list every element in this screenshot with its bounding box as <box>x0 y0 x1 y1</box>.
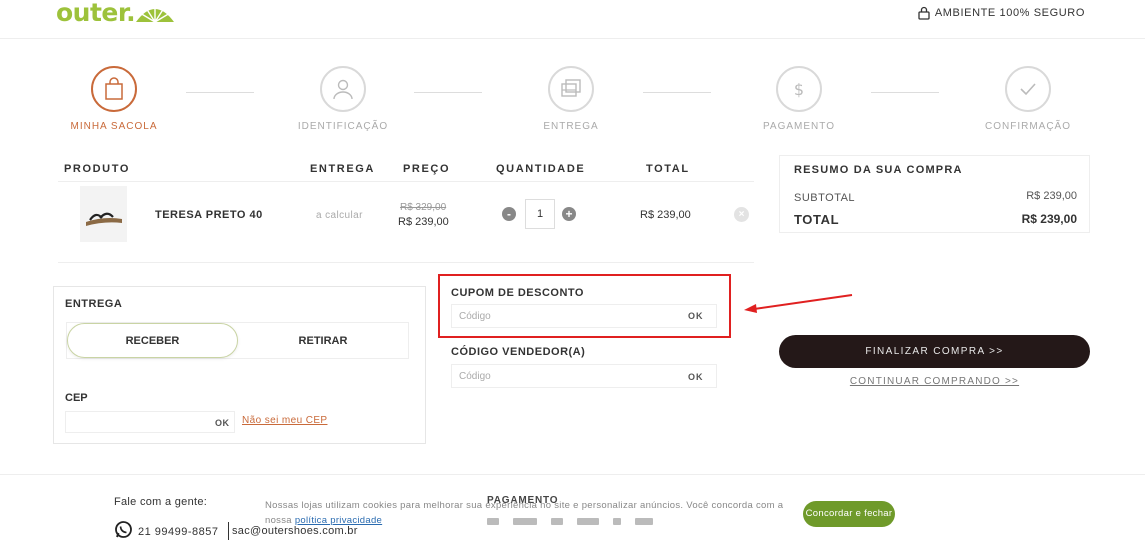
decrease-quantity-button[interactable]: - <box>502 207 516 221</box>
table-divider <box>58 181 754 182</box>
th-produto: PRODUTO <box>64 163 131 175</box>
dollar-icon: $ <box>794 80 804 99</box>
th-entrega: ENTREGA <box>310 163 375 175</box>
row-total: R$ 239,00 <box>640 209 691 221</box>
delivery-status: a calcular <box>316 210 363 221</box>
cep-input[interactable] <box>65 411 235 433</box>
step-label-identificacao: IDENTIFICAÇÃO <box>297 121 389 132</box>
step-connector <box>871 92 939 93</box>
privacy-policy-link[interactable]: política privacidade <box>295 515 382 526</box>
secure-text: AMBIENTE 100% SEGURO <box>934 7 1085 19</box>
total-value: R$ 239,00 <box>1021 212 1077 226</box>
arrow-annotation-icon <box>744 294 853 313</box>
step-label-entrega: ENTREGA <box>543 121 599 132</box>
user-icon <box>333 79 353 100</box>
lock-icon <box>918 6 930 20</box>
product-image[interactable] <box>80 186 127 242</box>
vendor-code-input[interactable]: Código <box>451 364 717 388</box>
step-label-sacola: MINHA SACOLA <box>70 121 158 132</box>
sandal-icon <box>86 212 122 226</box>
check-icon <box>1020 83 1036 96</box>
receive-option-button[interactable]: RECEBER <box>67 323 238 358</box>
step-confirm <box>1005 66 1051 112</box>
accept-cookies-button[interactable]: Concordar e fechar <box>803 501 895 527</box>
quantity-input[interactable]: 1 <box>525 199 555 229</box>
svg-text:$: $ <box>794 80 804 99</box>
step-label-pagamento: PAGAMENTO <box>763 121 835 132</box>
cookie-notice: Nossas lojas utilizam cookies para melho… <box>265 498 795 528</box>
continue-shopping-link[interactable]: CONTINUAR COMPRANDO >> <box>779 376 1090 387</box>
secure-badge: AMBIENTE 100% SEGURO <box>917 6 1085 20</box>
delivery-title: ENTREGA <box>65 298 123 310</box>
step-connector <box>414 92 482 93</box>
step-payment: $ <box>776 66 822 112</box>
total-label: TOTAL <box>794 212 840 227</box>
coupon-ok-button[interactable]: OK <box>688 311 704 321</box>
table-divider <box>58 262 754 263</box>
delivery-icon <box>561 79 581 97</box>
vendor-placeholder: Código <box>459 370 491 382</box>
contact-separator <box>228 522 229 540</box>
header-divider <box>0 38 1145 39</box>
vendor-ok-button[interactable]: OK <box>688 372 704 382</box>
unknown-cep-link[interactable]: Não sei meu CEP <box>242 415 327 426</box>
step-connector <box>643 92 711 93</box>
step-connector <box>186 92 254 93</box>
contact-title: Fale com a gente: <box>114 496 208 508</box>
bag-icon <box>105 77 123 100</box>
footer-divider <box>0 474 1145 475</box>
subtotal-label: SUBTOTAL <box>794 192 856 204</box>
step-delivery <box>548 66 594 112</box>
coupon-input[interactable]: Código <box>451 304 717 328</box>
increase-quantity-button[interactable]: + <box>562 207 576 221</box>
whatsapp-icon[interactable] <box>114 520 133 539</box>
phone-number[interactable]: 21 99499-8857 <box>138 526 219 538</box>
coupon-placeholder: Código <box>459 310 491 322</box>
th-quantidade: QUANTIDADE <box>496 163 586 175</box>
coupon-label: CUPOM DE DESCONTO <box>451 287 584 299</box>
logo-shell-icon <box>136 6 174 23</box>
current-price: R$ 239,00 <box>398 216 449 228</box>
step-bag <box>91 66 137 112</box>
cep-ok-button[interactable]: OK <box>215 418 230 428</box>
old-price: R$ 329,00 <box>400 202 447 213</box>
summary-title: RESUMO DA SUA COMPRA <box>794 164 963 176</box>
pickup-option-button[interactable]: RETIRAR <box>238 323 408 358</box>
cep-label: CEP <box>65 392 88 404</box>
th-total: TOTAL <box>646 163 690 175</box>
logo[interactable]: outer. <box>56 0 136 27</box>
checkout-button[interactable]: FINALIZAR COMPRA >> <box>779 335 1090 368</box>
th-preco: PREÇO <box>403 163 451 175</box>
subtotal-value: R$ 239,00 <box>1026 190 1077 202</box>
step-user <box>320 66 366 112</box>
remove-item-button[interactable]: × <box>734 207 749 222</box>
vendor-code-label: CÓDIGO VENDEDOR(A) <box>451 346 586 358</box>
step-label-confirmacao: CONFIRMAÇÃO <box>985 121 1071 132</box>
product-name[interactable]: TERESA PRETO 40 <box>155 209 263 221</box>
